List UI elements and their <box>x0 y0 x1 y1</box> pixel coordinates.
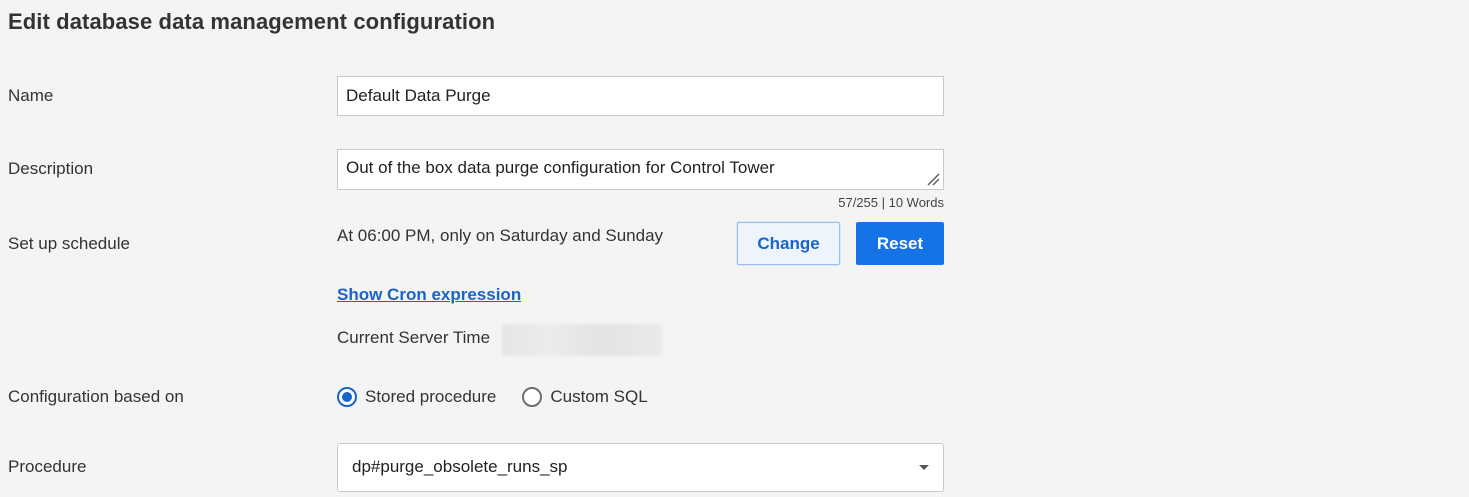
description-input[interactable]: Out of the box data purge configuration … <box>337 149 944 190</box>
show-cron-expression-link[interactable]: Show Cron expression <box>337 285 521 305</box>
change-button[interactable]: Change <box>737 222 840 265</box>
configuration-label: Configuration based on <box>8 387 184 406</box>
description-counter: 57/255 | 10 Words <box>838 195 944 210</box>
caret-down-icon <box>919 465 929 470</box>
schedule-label: Set up schedule <box>8 234 130 253</box>
radio-unchecked-icon[interactable] <box>522 387 543 407</box>
server-time-value-redacted <box>502 324 663 356</box>
resize-grip-icon[interactable] <box>926 172 940 186</box>
radio-stored-procedure-label: Stored procedure <box>365 387 497 406</box>
radio-checked-icon[interactable] <box>337 387 357 407</box>
procedure-selected-value: dp#purge_obsolete_runs_sp <box>352 457 568 476</box>
procedure-label: Procedure <box>8 457 87 476</box>
name-input[interactable] <box>337 76 944 116</box>
name-label: Name <box>8 86 54 105</box>
reset-button[interactable]: Reset <box>856 222 944 265</box>
description-label: Description <box>8 159 94 178</box>
page-title: Edit database data management configurat… <box>8 9 496 34</box>
radio-custom-sql[interactable]: Custom SQL <box>522 387 648 407</box>
server-time-label: Current Server Time <box>337 328 491 347</box>
schedule-summary: At 06:00 PM, only on Saturday and Sunday <box>337 226 664 245</box>
procedure-select[interactable]: dp#purge_obsolete_runs_sp <box>337 443 944 492</box>
radio-custom-sql-label: Custom SQL <box>550 387 648 406</box>
radio-stored-procedure[interactable]: Stored procedure <box>337 387 496 407</box>
configuration-radio-group: Stored procedure Custom SQL <box>337 385 648 409</box>
